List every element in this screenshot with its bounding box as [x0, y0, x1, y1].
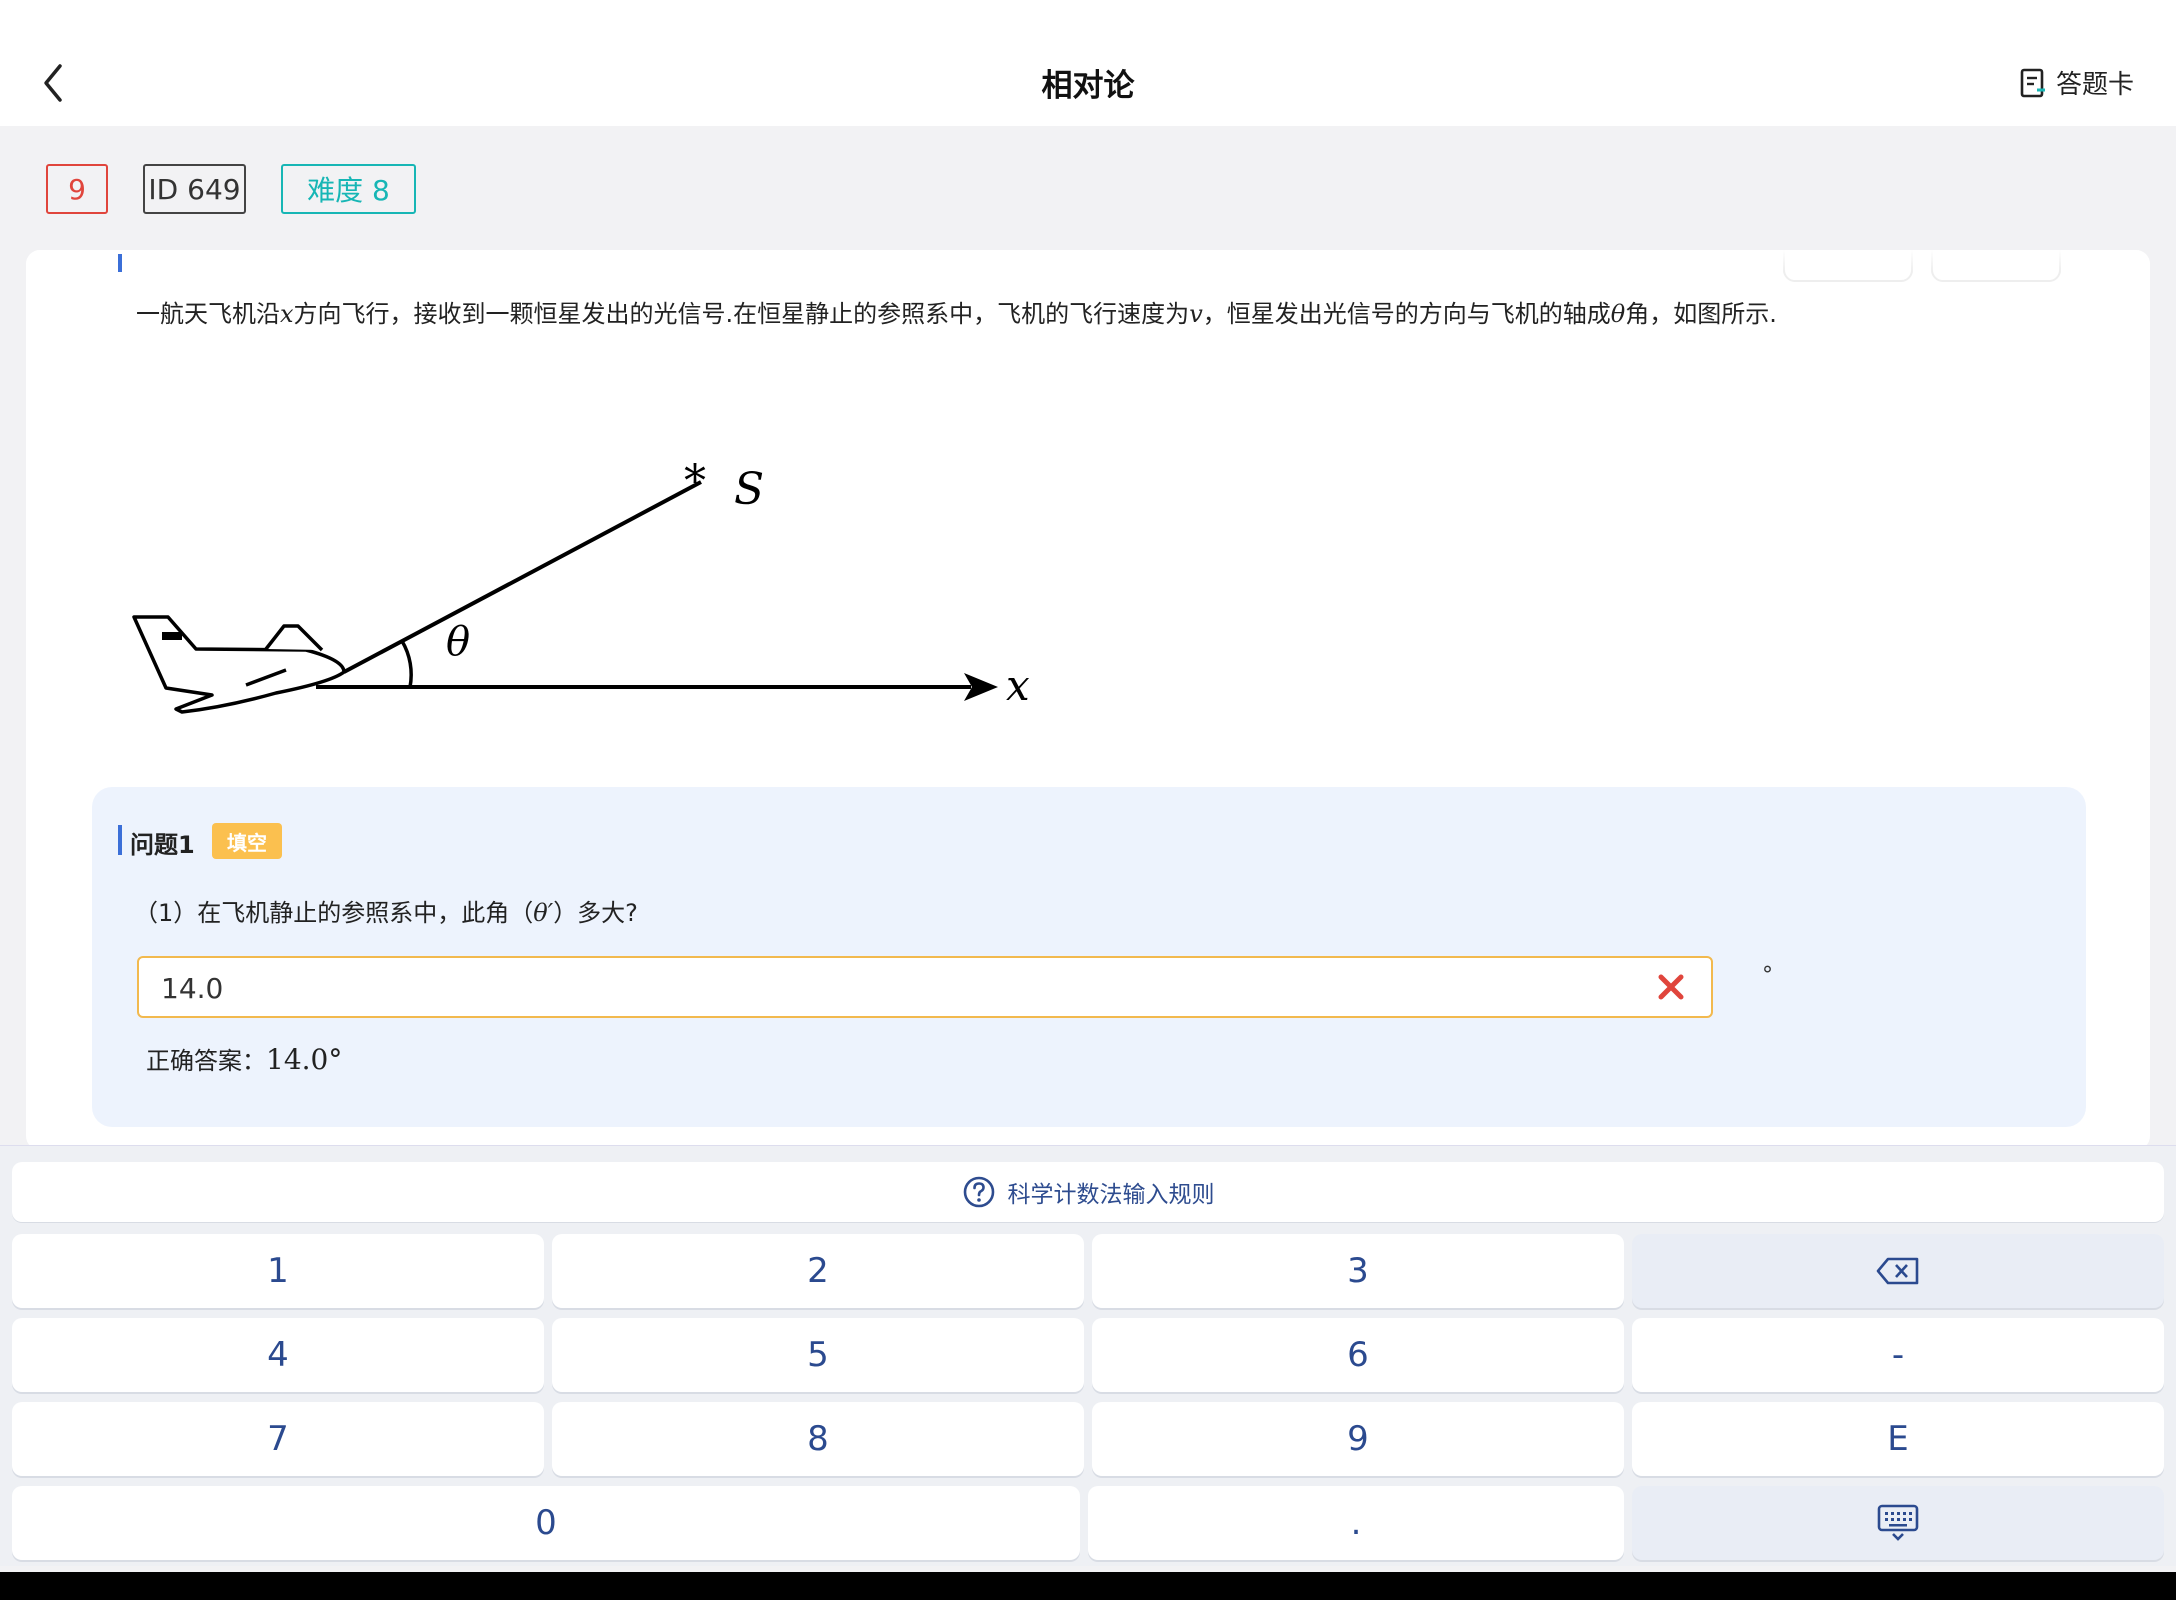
- question-circle-icon: [963, 1176, 994, 1208]
- question-id-tag: ID 649: [143, 164, 246, 214]
- key-0[interactable]: 0: [12, 1486, 1080, 1560]
- keyboard-hide-icon: [1877, 1504, 1919, 1541]
- question-marker: [118, 825, 122, 855]
- section-marker: [118, 254, 122, 272]
- system-nav-bar: [0, 1572, 2176, 1600]
- figure-svg: * S θ x: [132, 456, 1030, 714]
- problem-text-part: 角，如图所示.: [1625, 300, 1777, 328]
- answer-input-value: 14.0: [161, 972, 224, 1005]
- math-var-x: x: [280, 300, 294, 328]
- answer-input[interactable]: 14.0: [137, 956, 1713, 1018]
- key-2[interactable]: 2: [552, 1234, 1084, 1308]
- key-minus[interactable]: -: [1632, 1318, 2164, 1392]
- angle-label: θ: [446, 619, 470, 665]
- question-text-part: （1）在飞机静止的参照系中，此角（: [134, 899, 534, 927]
- answer-card-button[interactable]: 答题卡: [2020, 64, 2134, 101]
- axis-label: x: [1006, 661, 1030, 710]
- angle-arc: [400, 640, 413, 688]
- correct-answer: 正确答案：14.0°: [146, 1041, 342, 1076]
- key-6[interactable]: 6: [1092, 1318, 1624, 1392]
- question-text: （1）在飞机静止的参照系中，此角（θ′）多大?: [134, 893, 638, 928]
- star-label: S: [734, 464, 764, 515]
- key-8[interactable]: 8: [552, 1402, 1084, 1476]
- airplane-tail-mark: [162, 632, 182, 640]
- math-var-theta-prime: θ′: [533, 899, 554, 927]
- question-title: 问题1: [130, 831, 195, 859]
- star-symbol: *: [684, 456, 706, 507]
- key-5[interactable]: 5: [552, 1318, 1084, 1392]
- sci-notation-rule-button[interactable]: 科学计数法输入规则: [12, 1162, 2164, 1222]
- question-type-badge: 填空: [212, 823, 282, 859]
- problem-statement: 一航天飞机沿x方向飞行，接收到一颗恒星发出的光信号.在恒星静止的参照系中，飞机的…: [136, 294, 1777, 329]
- math-var-v: v: [1189, 300, 1203, 328]
- key-9[interactable]: 9: [1092, 1402, 1624, 1476]
- question-panel: 问题1 填空 （1）在飞机静止的参照系中，此角（θ′）多大? 14.0 ° 正确…: [92, 787, 2086, 1127]
- answer-sheet-icon: [2020, 68, 2045, 97]
- answer-card-label: 答题卡: [2055, 70, 2134, 100]
- key-exponent[interactable]: E: [1632, 1402, 2164, 1476]
- key-1[interactable]: 1: [12, 1234, 544, 1308]
- key-hide-keyboard[interactable]: [1632, 1486, 2164, 1560]
- key-decimal[interactable]: .: [1088, 1486, 1624, 1560]
- key-backspace[interactable]: [1632, 1234, 2164, 1308]
- page-title: 相对论: [1041, 68, 1135, 104]
- math-var-theta: θ: [1610, 300, 1626, 328]
- backspace-icon: [1876, 1257, 1919, 1285]
- problem-text-part: 方向飞行，接收到一颗恒星发出的光信号.在恒星静止的参照系中，飞机的飞行速度为: [293, 300, 1190, 328]
- correct-answer-label: 正确答案：: [146, 1047, 266, 1075]
- close-icon: [1658, 974, 1684, 1000]
- key-7[interactable]: 7: [12, 1402, 544, 1476]
- key-4[interactable]: 4: [12, 1318, 544, 1392]
- airplane-icon: [132, 615, 346, 714]
- problem-text-part: ，恒星发出光信号的方向与飞机的轴成: [1202, 300, 1611, 328]
- numeric-keypad: 科学计数法输入规则 1 2 3 4 5 6 - 7 8 9 E 0 .: [0, 1145, 2176, 1566]
- problem-text-part: 一航天飞机沿: [136, 300, 280, 328]
- question-number-tag: 9: [46, 164, 108, 214]
- correct-answer-value: 14.0°: [266, 1043, 343, 1076]
- light-ray-line: [343, 480, 702, 674]
- key-3[interactable]: 3: [1092, 1234, 1624, 1308]
- question-text-part: ）多大?: [553, 899, 638, 927]
- sci-notation-rule-label: 科学计数法输入规则: [1007, 1182, 1215, 1208]
- scroll-fade: [26, 250, 2150, 272]
- header-bar: 相对论 答题卡: [0, 0, 2176, 126]
- problem-figure: * S θ x: [126, 410, 1046, 800]
- answer-unit: °: [1762, 963, 1773, 988]
- difficulty-tag: 难度 8: [281, 164, 416, 214]
